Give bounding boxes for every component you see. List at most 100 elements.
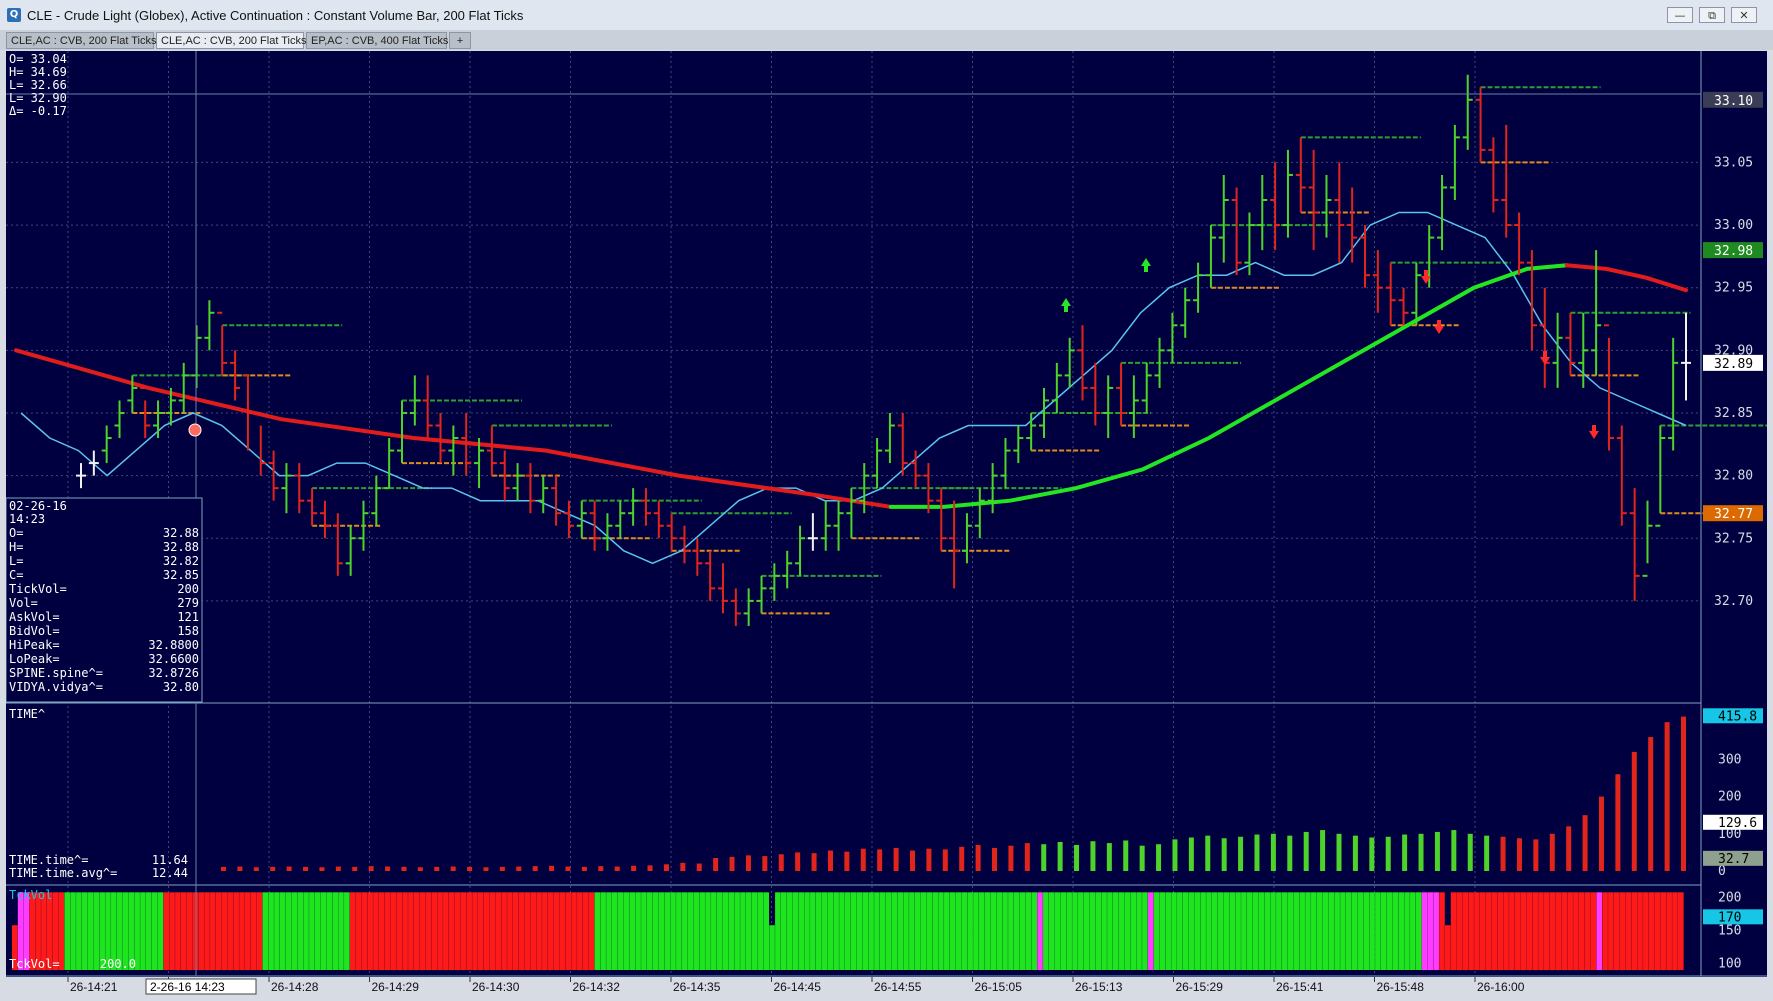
tick-volume-bar bbox=[1410, 892, 1416, 970]
tick-volume-bar bbox=[256, 892, 263, 970]
time-axis-label: 26-14:29 bbox=[372, 980, 420, 994]
add-tab-button[interactable]: + bbox=[449, 32, 471, 49]
time-bar bbox=[565, 866, 571, 871]
tab-ep-400[interactable]: EP,AC : CVB, 400 Flat Ticks bbox=[306, 32, 448, 49]
tick-volume-bar bbox=[524, 892, 531, 970]
tick-volume-bar bbox=[157, 892, 164, 970]
time-axis-label: 26-14:55 bbox=[874, 980, 922, 994]
tick-volume-bar bbox=[990, 892, 997, 970]
tick-volume-bar bbox=[1660, 892, 1667, 970]
time-bar bbox=[467, 866, 473, 871]
tick-volume-bar bbox=[1217, 892, 1224, 970]
tick-volume-bar bbox=[501, 892, 507, 970]
tick-volume-bar bbox=[728, 892, 735, 970]
time-bar bbox=[729, 856, 735, 871]
tick-volume-bar bbox=[1287, 892, 1294, 970]
time-bar bbox=[581, 866, 587, 871]
data-window-value: 32.82 bbox=[163, 554, 199, 568]
time-bar bbox=[598, 866, 604, 871]
time-bar bbox=[270, 866, 276, 871]
tick-volume-bar bbox=[996, 892, 1003, 970]
restore-button[interactable]: ⧉ bbox=[1699, 7, 1725, 23]
time-bar bbox=[1484, 835, 1490, 871]
tick-volume-bar bbox=[763, 892, 770, 970]
tick-volume-bar bbox=[145, 892, 152, 970]
tick-volume-bar bbox=[658, 892, 665, 970]
chart-area[interactable]: O= 33.04 H= 34.69 L= 32.66 L= 32.90 Δ= -… bbox=[6, 51, 1767, 996]
time-axis-label: 26-14:21 bbox=[70, 980, 118, 994]
time-bar bbox=[877, 849, 883, 871]
tick-volume-bar bbox=[384, 892, 391, 970]
tick-volume-bar bbox=[425, 892, 432, 970]
time-bar bbox=[778, 854, 784, 871]
tick-volume-bar bbox=[1421, 892, 1428, 970]
tick-volume-bar bbox=[1648, 892, 1655, 970]
tick-volume-bar bbox=[320, 892, 327, 970]
tick-volume-bar bbox=[1270, 892, 1276, 970]
header-high: H= 34.69 bbox=[9, 65, 67, 79]
tick-volume-bar bbox=[1013, 892, 1020, 970]
time-bar bbox=[680, 862, 686, 871]
time-bar bbox=[1221, 838, 1227, 871]
close-button[interactable]: ✕ bbox=[1731, 7, 1757, 23]
tab-cle-200[interactable]: CLE,AC : CVB, 200 Flat Ticks bbox=[6, 32, 157, 49]
time-bar bbox=[1533, 839, 1539, 871]
tick-volume-bar bbox=[1153, 892, 1160, 970]
tick-volume-bar bbox=[1415, 892, 1422, 970]
time-bar bbox=[631, 865, 637, 871]
tick-volume-bar bbox=[367, 892, 373, 970]
time-bar bbox=[286, 866, 292, 871]
chart-svg[interactable]: O= 33.04 H= 34.69 L= 32.66 L= 32.90 Δ= -… bbox=[6, 51, 1767, 996]
tick-volume-bar bbox=[978, 892, 985, 970]
tick-volume-bar bbox=[151, 892, 158, 970]
tick-volume-bar bbox=[1375, 892, 1381, 970]
time-bar bbox=[1270, 833, 1276, 871]
tick-volume-bar bbox=[722, 892, 729, 970]
tick-volume-bar bbox=[332, 892, 338, 970]
tick-volume-bar bbox=[1380, 892, 1387, 970]
data-window-field: VIDYA.vidya^= bbox=[9, 680, 103, 694]
tick-volume-bar bbox=[378, 892, 385, 970]
tick-volume-bar bbox=[478, 892, 484, 970]
time-bar bbox=[237, 866, 243, 871]
time-bar bbox=[1402, 834, 1408, 871]
data-window-value: 32.88 bbox=[163, 540, 199, 554]
tick-volume-bar bbox=[93, 892, 100, 970]
tick-volume-bar bbox=[623, 892, 630, 970]
tick-volume-bar bbox=[1311, 892, 1317, 970]
tick-volume-bar bbox=[711, 892, 717, 970]
tab-cle-200-active[interactable]: CLE,AC : CVB, 200 Flat Ticks bbox=[156, 32, 307, 49]
tick-volume-bar bbox=[600, 892, 606, 970]
tick-volume-bar bbox=[250, 892, 257, 970]
tick-volume-bar bbox=[338, 892, 344, 970]
tick-volume-bar bbox=[699, 892, 705, 970]
tick-volume-bar bbox=[1008, 892, 1014, 970]
time-bar bbox=[253, 867, 259, 871]
tick-legend-value: 200.0 bbox=[100, 957, 136, 971]
tick-volume-bar bbox=[1246, 892, 1253, 970]
data-window-value: 279 bbox=[177, 596, 199, 610]
tick-volume-bar bbox=[1444, 925, 1451, 970]
tick-volume-bar bbox=[676, 892, 682, 970]
tick-volume-bar bbox=[1072, 892, 1078, 970]
tick-volume-bar bbox=[1130, 892, 1137, 970]
tick-volume-bar bbox=[512, 892, 519, 970]
minimize-button[interactable]: — bbox=[1667, 7, 1693, 23]
time-bar bbox=[1057, 841, 1063, 871]
price-tick-label: 32.75 bbox=[1714, 531, 1753, 546]
tick-volume-bar bbox=[1142, 892, 1148, 970]
tick-volume-bar bbox=[606, 892, 612, 970]
time-bar bbox=[1254, 834, 1260, 871]
tick-volume-bar bbox=[1392, 892, 1399, 970]
tick-volume-bar bbox=[559, 892, 566, 970]
time-bar bbox=[1434, 831, 1440, 871]
tick-volume-bar bbox=[879, 892, 886, 970]
time-axis-label: 26-15:29 bbox=[1176, 980, 1224, 994]
tick-volume-bar bbox=[1276, 892, 1282, 970]
tick-volume-bar bbox=[850, 892, 857, 970]
time-legend-name: TIME.time^= bbox=[9, 853, 88, 867]
tick-volume-bar bbox=[1229, 892, 1236, 970]
time-bar bbox=[1500, 836, 1506, 871]
time-axis-label: 26-14:45 bbox=[774, 980, 822, 994]
tick-volume-bar bbox=[483, 892, 490, 970]
